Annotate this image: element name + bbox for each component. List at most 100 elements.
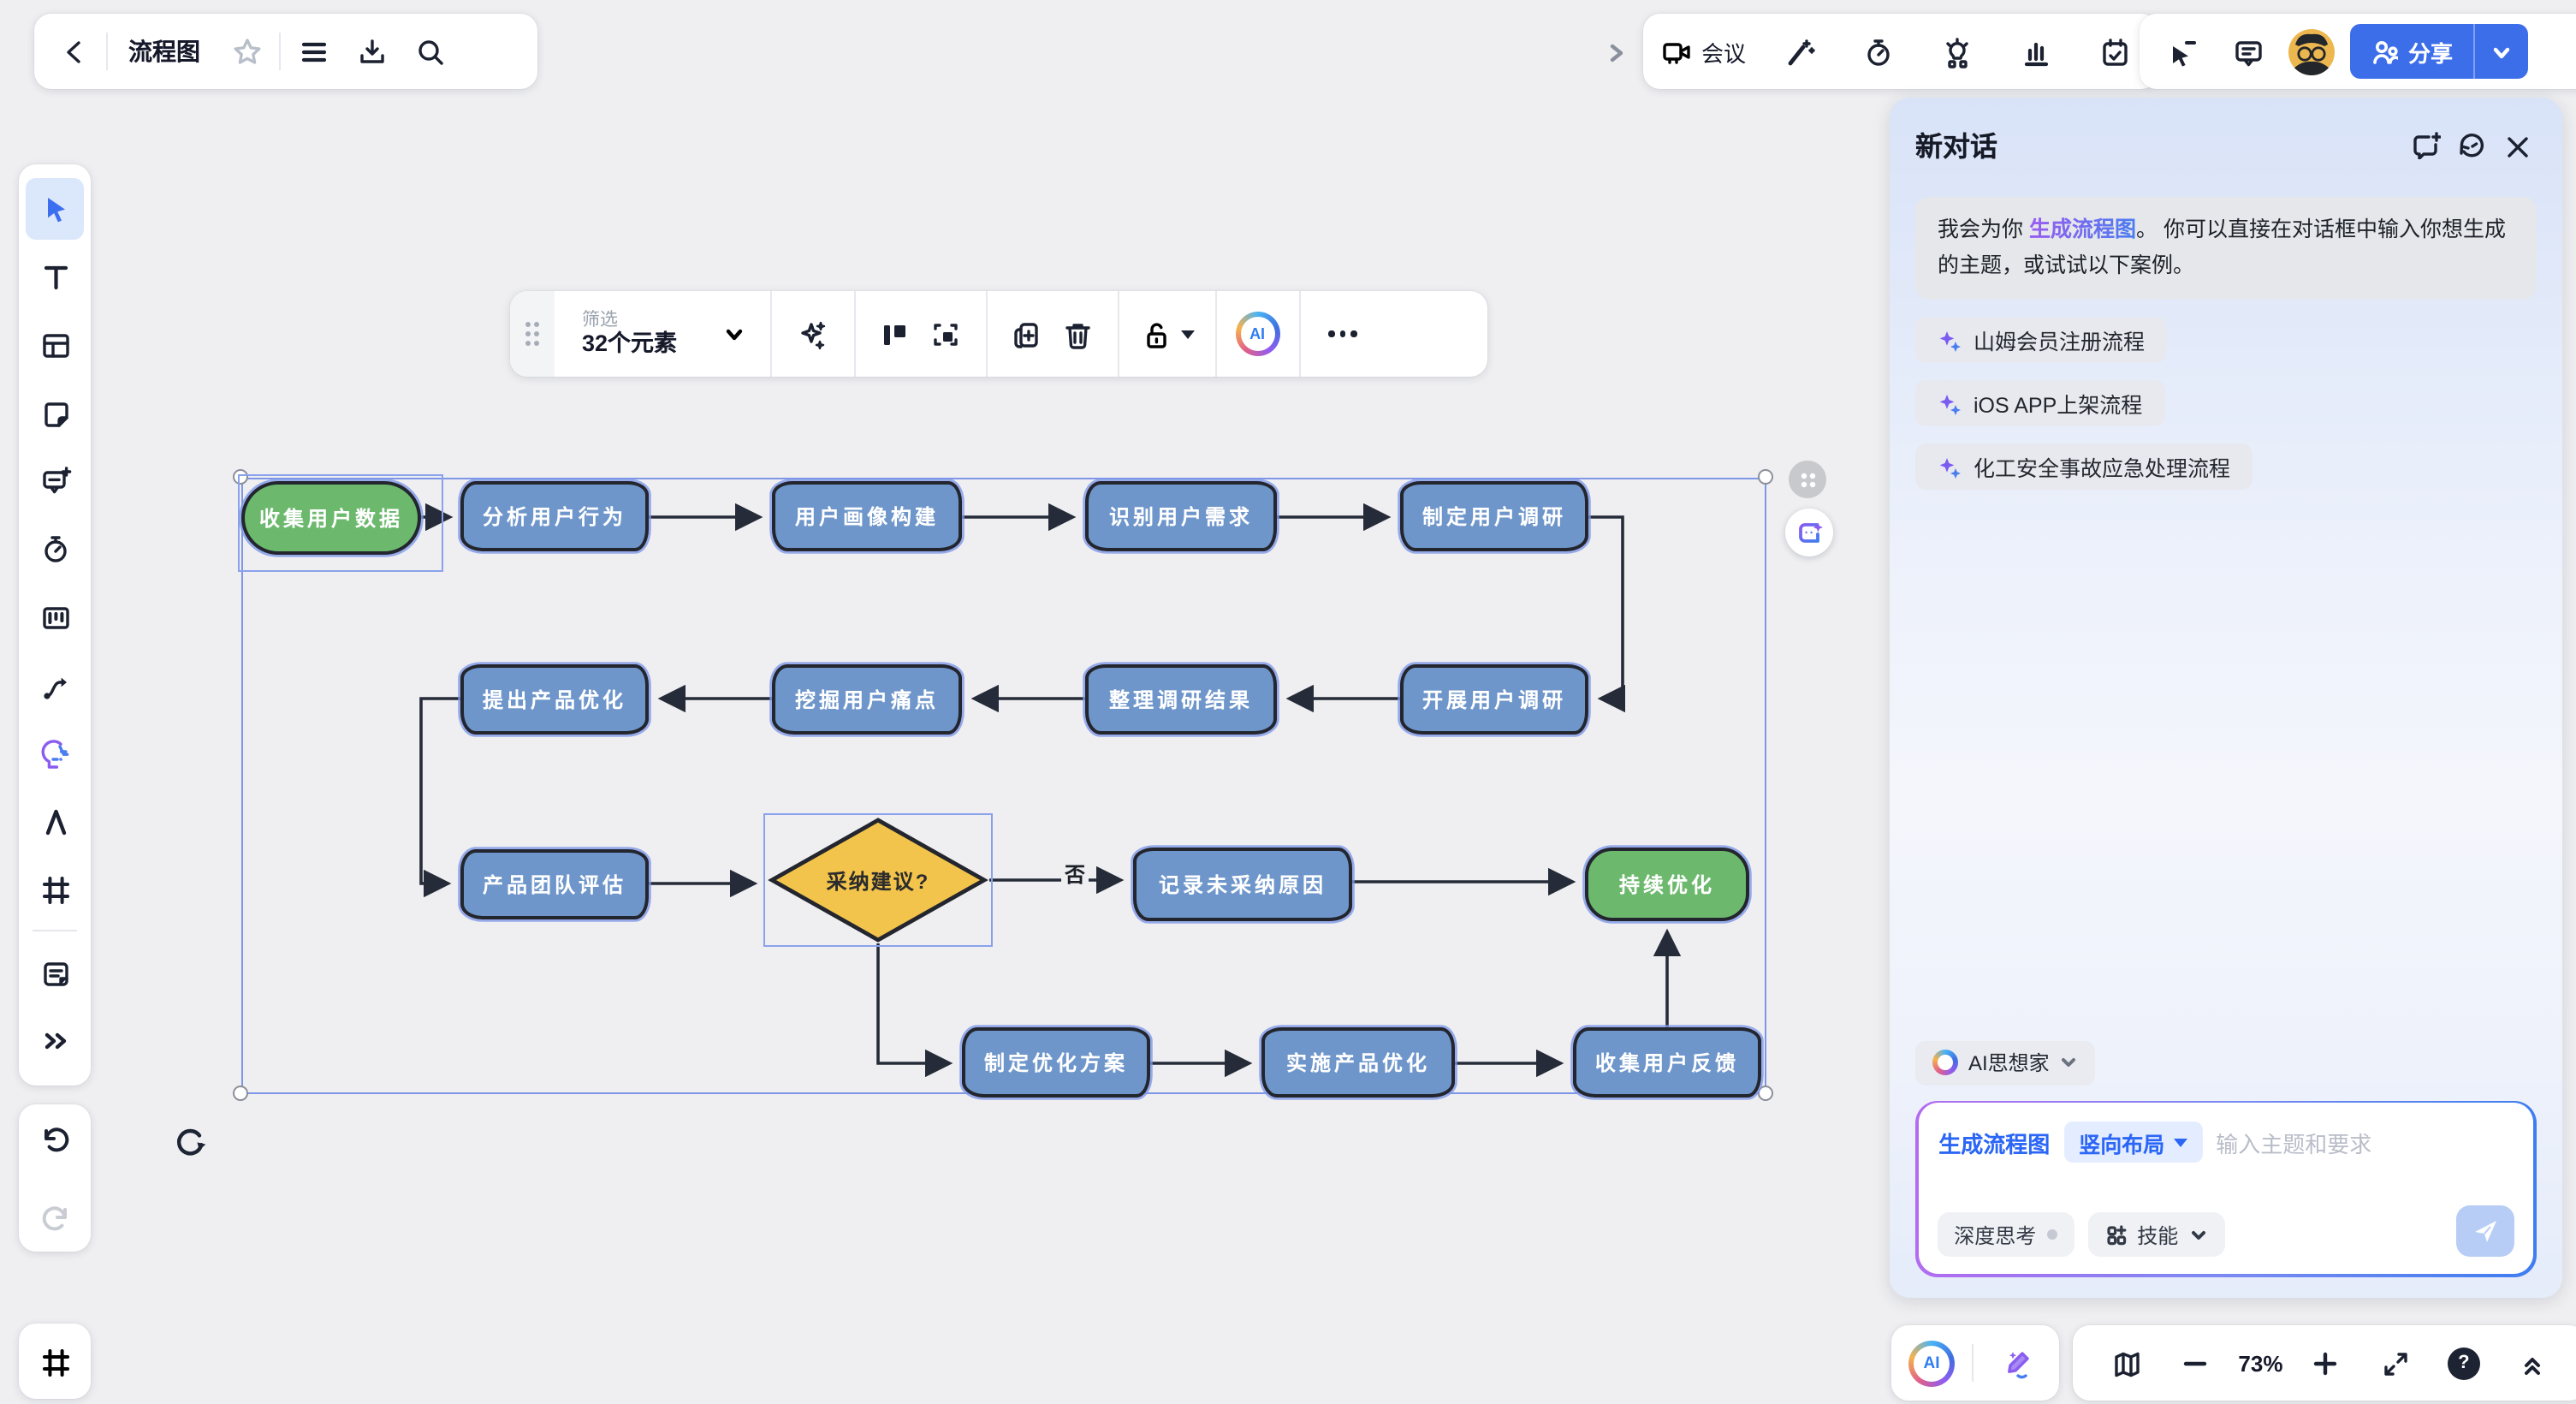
ai-assistant-button[interactable]: AI bbox=[1908, 1340, 1955, 1386]
sidebar-tool-template[interactable] bbox=[26, 314, 84, 376]
comments-button[interactable] bbox=[2222, 26, 2273, 77]
zoom-out-button[interactable] bbox=[2169, 1337, 2221, 1389]
redo-icon bbox=[39, 1201, 71, 1234]
search-icon bbox=[413, 35, 446, 68]
redo-button[interactable] bbox=[26, 1187, 84, 1248]
flow-node[interactable]: 挖掘用户痛点 bbox=[772, 664, 962, 735]
sparkle-icon bbox=[1938, 328, 1962, 352]
help-button[interactable]: ? bbox=[2438, 1337, 2490, 1389]
close-panel-button[interactable] bbox=[2492, 122, 2537, 166]
more-options-button[interactable] bbox=[1317, 308, 1368, 360]
delete-button[interactable] bbox=[1052, 308, 1103, 360]
flow-node[interactable]: 制定用户调研 bbox=[1400, 481, 1588, 551]
flow-node[interactable]: 产品团队评估 bbox=[460, 849, 649, 919]
selection-menu-button[interactable] bbox=[1789, 461, 1826, 498]
composer-placeholder[interactable]: 输入主题和要求 bbox=[2216, 1127, 2371, 1159]
selection-handle-br[interactable] bbox=[1758, 1086, 1773, 1101]
send-button[interactable] bbox=[2457, 1206, 2515, 1258]
duplicate-button[interactable] bbox=[1000, 308, 1052, 360]
suggestion-chip[interactable]: 化工安全事故应急处理流程 bbox=[1915, 443, 2253, 490]
selection-handle-bl[interactable] bbox=[233, 1086, 248, 1101]
skills-dropdown[interactable]: 技能 bbox=[2087, 1213, 2224, 1258]
generate-flowchart-link[interactable]: 生成流程图 bbox=[2029, 217, 2136, 241]
sidebar-tool-frame[interactable] bbox=[26, 859, 84, 920]
meeting-button[interactable]: 会议 bbox=[1660, 35, 1746, 68]
sidebar-tool-kanban[interactable] bbox=[26, 586, 84, 648]
sidebar-tool-notes[interactable] bbox=[26, 943, 84, 1004]
flow-node-decision[interactable]: 采纳建议? bbox=[767, 817, 989, 943]
toolbar-drag-handle[interactable] bbox=[510, 291, 555, 377]
collapse-bar-button[interactable] bbox=[2507, 1337, 2558, 1389]
fit-screen-button[interactable] bbox=[2369, 1337, 2420, 1389]
send-icon bbox=[2472, 1218, 2500, 1246]
document-title[interactable]: 流程图 bbox=[115, 34, 214, 68]
follow-cursor-button[interactable] bbox=[2155, 26, 2206, 77]
selection-handle-tr[interactable] bbox=[1758, 469, 1773, 485]
sidebar-tool-text[interactable] bbox=[26, 247, 84, 308]
flow-node[interactable]: 分析用户行为 bbox=[460, 481, 649, 551]
undo-icon bbox=[39, 1122, 71, 1155]
layout-option-dropdown[interactable]: 竖向布局 bbox=[2063, 1122, 2202, 1163]
magic-beautify-button[interactable] bbox=[786, 308, 838, 360]
flow-node[interactable]: 制定优化方案 bbox=[962, 1027, 1150, 1098]
panel-collapse-button[interactable] bbox=[1588, 26, 1640, 77]
sidebar-tool-comment-add[interactable] bbox=[26, 450, 84, 512]
poll-button[interactable] bbox=[2011, 26, 2063, 77]
caret-down bbox=[1180, 330, 1194, 338]
laser-pointer-button[interactable] bbox=[1773, 26, 1825, 77]
lock-dropdown-button[interactable] bbox=[1139, 318, 1194, 350]
sidebar-tool-select[interactable] bbox=[26, 178, 84, 240]
flow-node[interactable]: 开展用户调研 bbox=[1400, 664, 1588, 735]
sidebar-tool-marker-pen[interactable] bbox=[26, 791, 84, 853]
agent-selector[interactable]: AI思想家 bbox=[1915, 1041, 2096, 1086]
zoom-level[interactable]: 73% bbox=[2238, 1350, 2282, 1376]
share-label: 分享 bbox=[2408, 35, 2453, 68]
flow-node[interactable]: 整理调研结果 bbox=[1085, 664, 1277, 735]
magic-pen-button[interactable] bbox=[1991, 1337, 2042, 1389]
chevron-down-icon bbox=[2188, 1226, 2207, 1245]
zoom-in-button[interactable] bbox=[2300, 1337, 2352, 1389]
minimap-button[interactable] bbox=[2100, 1337, 2152, 1389]
flow-node[interactable]: 持续优化 bbox=[1585, 848, 1749, 921]
flow-node[interactable]: 提出产品优化 bbox=[460, 664, 649, 735]
sidebar-tool-timer[interactable] bbox=[26, 519, 84, 580]
suggestion-chip[interactable]: iOS APP上架流程 bbox=[1915, 380, 2164, 426]
flow-node[interactable]: 识别用户需求 bbox=[1085, 481, 1277, 551]
sidebar-tool-more[interactable] bbox=[26, 1010, 84, 1072]
avatar[interactable] bbox=[2288, 28, 2335, 74]
deep-think-toggle[interactable]: 深度思考 bbox=[1937, 1213, 2074, 1258]
favorite-button[interactable] bbox=[221, 26, 272, 77]
back-button[interactable] bbox=[48, 26, 99, 77]
new-chat-button[interactable] bbox=[2403, 122, 2448, 166]
frame-fit-button[interactable] bbox=[920, 308, 971, 360]
share-dropdown-button[interactable] bbox=[2475, 24, 2528, 79]
brainstorm-button[interactable] bbox=[1932, 26, 1983, 77]
flow-node[interactable]: 收集用户数据 bbox=[241, 481, 421, 555]
selection-filter-dropdown[interactable]: 筛选 32个元素 bbox=[555, 310, 769, 358]
frames-panel-button[interactable] bbox=[19, 1324, 91, 1399]
ai-chat-bubble-button[interactable] bbox=[1785, 509, 1833, 556]
flow-node[interactable]: 收集用户反馈 bbox=[1573, 1027, 1761, 1098]
tasks-button[interactable] bbox=[2090, 26, 2141, 77]
sidebar-tool-ai-assistant[interactable] bbox=[26, 723, 84, 784]
align-button[interactable] bbox=[869, 308, 920, 360]
export-button[interactable] bbox=[346, 26, 397, 77]
ai-head-icon bbox=[39, 737, 71, 770]
rotate-selection-handle[interactable] bbox=[171, 1123, 211, 1163]
timer-button[interactable] bbox=[1853, 26, 1904, 77]
suggestion-chip[interactable]: 山姆会员注册流程 bbox=[1915, 317, 2167, 363]
undo-button[interactable] bbox=[26, 1108, 84, 1169]
sidebar-tool-connector[interactable] bbox=[26, 655, 84, 717]
share-button[interactable]: 分享 bbox=[2350, 24, 2528, 79]
selection-handle-tl[interactable] bbox=[233, 469, 248, 485]
divider bbox=[1117, 291, 1119, 377]
sidebar-tool-sticky-note[interactable] bbox=[26, 383, 84, 444]
flow-node[interactable]: 用户画像构建 bbox=[772, 481, 962, 551]
main-menu-button[interactable] bbox=[288, 26, 339, 77]
flow-node[interactable]: 记录未采纳原因 bbox=[1133, 848, 1352, 921]
ai-assistant-button[interactable]: AI bbox=[1232, 308, 1283, 360]
search-button[interactable] bbox=[404, 26, 455, 77]
divider bbox=[279, 33, 281, 70]
flow-node[interactable]: 实施产品优化 bbox=[1261, 1027, 1455, 1098]
history-button[interactable] bbox=[2448, 122, 2492, 166]
